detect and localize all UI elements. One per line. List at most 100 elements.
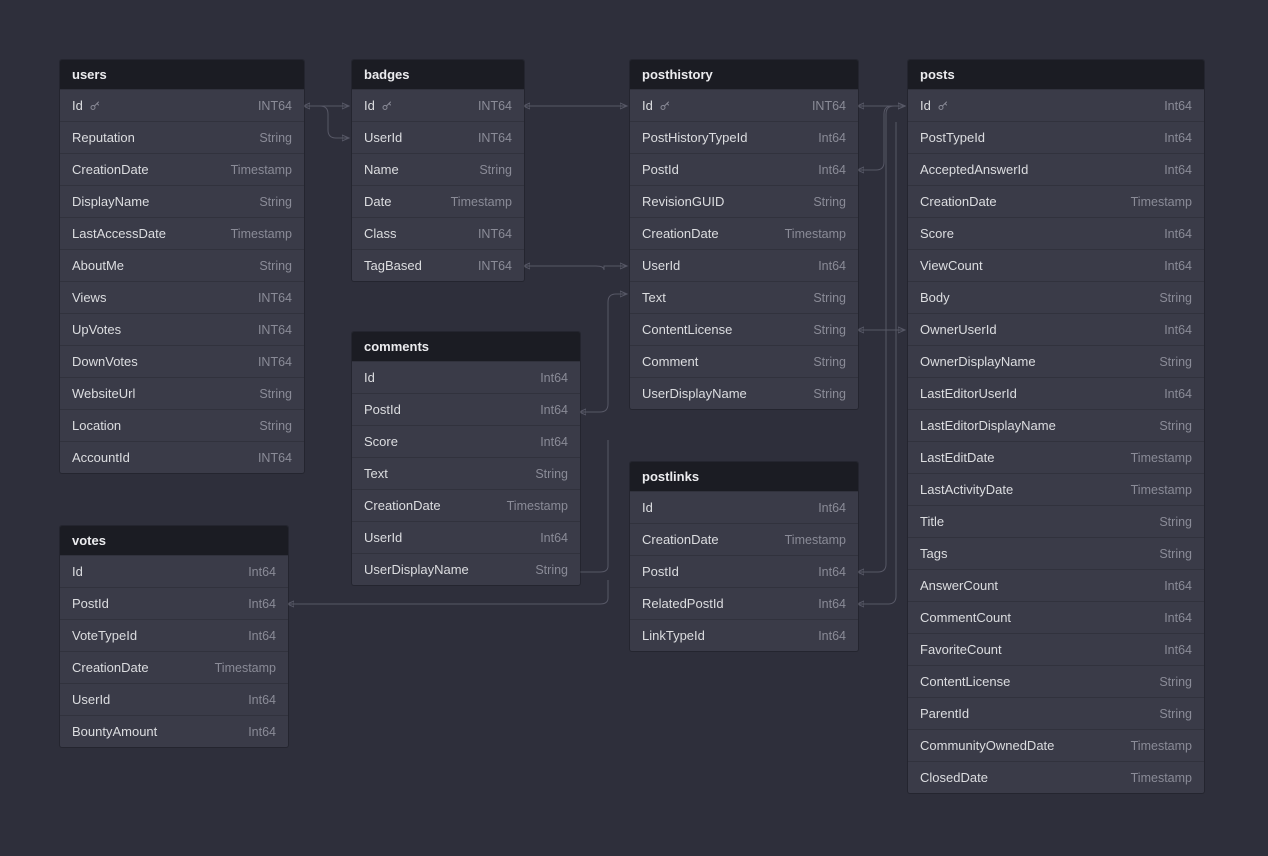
column-name-text: ViewCount <box>920 258 983 273</box>
column-name: ContentLicense <box>920 674 1010 689</box>
table-row[interactable]: TagBasedINT64 <box>352 249 524 281</box>
table-header[interactable]: posts <box>908 60 1204 89</box>
table-row[interactable]: IdInt64 <box>908 89 1204 121</box>
table-row[interactable]: PostIdInt64 <box>60 587 288 619</box>
table-row[interactable]: IdInt64 <box>60 555 288 587</box>
table-row[interactable]: PostIdInt64 <box>630 555 858 587</box>
table-header[interactable]: posthistory <box>630 60 858 89</box>
table-row[interactable]: ContentLicenseString <box>908 665 1204 697</box>
table-row[interactable]: IdINT64 <box>630 89 858 121</box>
table-row[interactable]: PostIdInt64 <box>352 393 580 425</box>
table-comments[interactable]: commentsIdInt64PostIdInt64ScoreInt64Text… <box>352 332 580 585</box>
table-row[interactable]: CreationDateTimestamp <box>630 523 858 555</box>
table-badges[interactable]: badgesIdINT64UserIdINT64NameStringDateTi… <box>352 60 524 281</box>
table-row[interactable]: DownVotesINT64 <box>60 345 304 377</box>
table-row[interactable]: IdInt64 <box>352 361 580 393</box>
table-row[interactable]: IdINT64 <box>60 89 304 121</box>
table-row[interactable]: CreationDateTimestamp <box>630 217 858 249</box>
table-row[interactable]: ClosedDateTimestamp <box>908 761 1204 793</box>
table-row[interactable]: IdINT64 <box>352 89 524 121</box>
column-name-text: CreationDate <box>920 194 997 209</box>
table-row[interactable]: DisplayNameString <box>60 185 304 217</box>
table-row[interactable]: UserIdInt64 <box>60 683 288 715</box>
table-users[interactable]: usersIdINT64ReputationStringCreationDate… <box>60 60 304 473</box>
column-name: PostId <box>364 402 401 417</box>
table-row[interactable]: UserIdInt64 <box>352 521 580 553</box>
table-row[interactable]: ContentLicenseString <box>630 313 858 345</box>
table-row[interactable]: DateTimestamp <box>352 185 524 217</box>
table-row[interactable]: AboutMeString <box>60 249 304 281</box>
table-row[interactable]: UpVotesINT64 <box>60 313 304 345</box>
column-name-text: PostId <box>364 402 401 417</box>
table-row[interactable]: AccountIdINT64 <box>60 441 304 473</box>
table-row[interactable]: CommentCountInt64 <box>908 601 1204 633</box>
table-row[interactable]: LastEditorDisplayNameString <box>908 409 1204 441</box>
column-name: Text <box>364 466 388 481</box>
table-row[interactable]: AcceptedAnswerIdInt64 <box>908 153 1204 185</box>
table-posts[interactable]: postsIdInt64PostTypeIdInt64AcceptedAnswe… <box>908 60 1204 793</box>
table-row[interactable]: CreationDateTimestamp <box>60 153 304 185</box>
table-row[interactable]: IdInt64 <box>630 491 858 523</box>
table-row[interactable]: AnswerCountInt64 <box>908 569 1204 601</box>
table-postlinks[interactable]: postlinksIdInt64CreationDateTimestampPos… <box>630 462 858 651</box>
table-row[interactable]: ClassINT64 <box>352 217 524 249</box>
column-type: INT64 <box>258 99 292 113</box>
table-row[interactable]: ScoreInt64 <box>908 217 1204 249</box>
table-row[interactable]: PostTypeIdInt64 <box>908 121 1204 153</box>
column-name-text: PostTypeId <box>920 130 985 145</box>
table-row[interactable]: TextString <box>630 281 858 313</box>
table-row[interactable]: LastEditorUserIdInt64 <box>908 377 1204 409</box>
table-header[interactable]: users <box>60 60 304 89</box>
table-header[interactable]: comments <box>352 332 580 361</box>
table-row[interactable]: BodyString <box>908 281 1204 313</box>
table-row[interactable]: VoteTypeIdInt64 <box>60 619 288 651</box>
table-row[interactable]: CreationDateTimestamp <box>60 651 288 683</box>
table-posthistory[interactable]: posthistoryIdINT64PostHistoryTypeIdInt64… <box>630 60 858 409</box>
column-type: Timestamp <box>507 499 568 513</box>
column-name-text: ContentLicense <box>642 322 732 337</box>
table-row[interactable]: CreationDateTimestamp <box>908 185 1204 217</box>
table-row[interactable]: RelatedPostIdInt64 <box>630 587 858 619</box>
table-row[interactable]: ParentIdString <box>908 697 1204 729</box>
column-type: String <box>1159 515 1192 529</box>
table-header[interactable]: postlinks <box>630 462 858 491</box>
table-row[interactable]: BountyAmountInt64 <box>60 715 288 747</box>
column-name: Id <box>642 98 671 113</box>
table-row[interactable]: ScoreInt64 <box>352 425 580 457</box>
table-row[interactable]: UserIdINT64 <box>352 121 524 153</box>
table-row[interactable]: LinkTypeIdInt64 <box>630 619 858 651</box>
table-row[interactable]: UserDisplayNameString <box>630 377 858 409</box>
table-row[interactable]: LastAccessDateTimestamp <box>60 217 304 249</box>
column-type: Timestamp <box>785 227 846 241</box>
table-row[interactable]: ViewsINT64 <box>60 281 304 313</box>
table-row[interactable]: ReputationString <box>60 121 304 153</box>
table-row[interactable]: UserIdInt64 <box>630 249 858 281</box>
table-row[interactable]: LocationString <box>60 409 304 441</box>
table-row[interactable]: TextString <box>352 457 580 489</box>
table-header[interactable]: badges <box>352 60 524 89</box>
table-row[interactable]: CreationDateTimestamp <box>352 489 580 521</box>
table-row[interactable]: PostIdInt64 <box>630 153 858 185</box>
table-row[interactable]: OwnerDisplayNameString <box>908 345 1204 377</box>
table-header[interactable]: votes <box>60 526 288 555</box>
table-row[interactable]: LastEditDateTimestamp <box>908 441 1204 473</box>
column-name-text: LastActivityDate <box>920 482 1013 497</box>
table-votes[interactable]: votesIdInt64PostIdInt64VoteTypeIdInt64Cr… <box>60 526 288 747</box>
table-row[interactable]: OwnerUserIdInt64 <box>908 313 1204 345</box>
table-row[interactable]: RevisionGUIDString <box>630 185 858 217</box>
table-row[interactable]: WebsiteUrlString <box>60 377 304 409</box>
table-row[interactable]: CommunityOwnedDateTimestamp <box>908 729 1204 761</box>
table-row[interactable]: UserDisplayNameString <box>352 553 580 585</box>
table-row[interactable]: PostHistoryTypeIdInt64 <box>630 121 858 153</box>
table-row[interactable]: FavoriteCountInt64 <box>908 633 1204 665</box>
column-name: CreationDate <box>920 194 997 209</box>
table-row[interactable]: LastActivityDateTimestamp <box>908 473 1204 505</box>
table-row[interactable]: CommentString <box>630 345 858 377</box>
column-type: String <box>1159 547 1192 561</box>
table-row[interactable]: TitleString <box>908 505 1204 537</box>
table-row[interactable]: NameString <box>352 153 524 185</box>
table-row[interactable]: TagsString <box>908 537 1204 569</box>
erd-canvas[interactable]: usersIdINT64ReputationStringCreationDate… <box>0 0 1268 856</box>
column-name-text: UserDisplayName <box>364 562 469 577</box>
table-row[interactable]: ViewCountInt64 <box>908 249 1204 281</box>
